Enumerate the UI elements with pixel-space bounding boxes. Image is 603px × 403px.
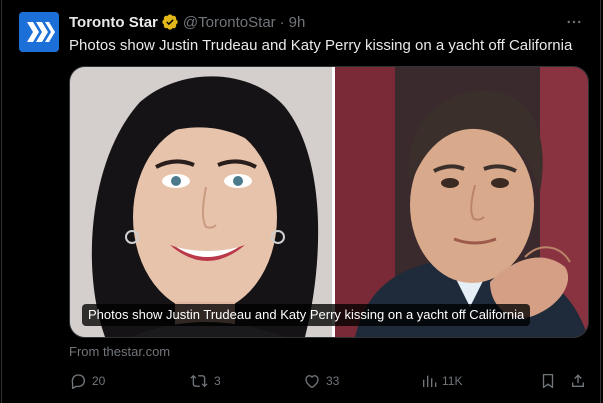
like-icon [305,375,319,389]
tweet-actions: 20 3 33 11K [69,370,589,392]
card-caption: Photos show Justin Trudeau and Katy Perr… [82,304,531,326]
retweet-button[interactable]: 3 [189,370,221,392]
share-icon [572,374,584,387]
tweet-header: Toronto Star @TorontoStar · 9h [69,12,305,32]
bookmark-icon [542,373,554,389]
like-count: 33 [326,374,340,388]
author-handle[interactable]: @TorontoStar [183,14,276,31]
more-icon [567,20,581,24]
reply-count: 20 [92,374,106,388]
retweet-icon [190,374,208,388]
timestamp[interactable]: 9h [289,14,306,31]
toronto-star-logo-icon [19,12,59,52]
author-name[interactable]: Toronto Star [69,14,158,31]
link-card[interactable]: Photos show Justin Trudeau and Katy Perr… [69,66,589,338]
reply-icon [71,374,86,390]
verified-badge-icon [161,13,179,31]
views-count: 11K [442,374,463,388]
like-button[interactable]: 33 [303,370,339,392]
reply-button[interactable]: 20 [69,370,105,392]
card-image [70,67,588,337]
retweet-count: 3 [214,374,221,388]
author-avatar[interactable] [19,12,59,52]
tweet-text: Photos show Justin Trudeau and Katy Perr… [69,37,573,54]
card-source-link[interactable]: From thestar.com [69,344,170,359]
bookmark-button[interactable] [539,370,557,392]
tweet-container[interactable]: Toronto Star @TorontoStar · 9h Photos sh… [1,0,601,403]
views-button[interactable]: 11K [421,370,462,392]
more-options-button[interactable] [564,12,584,32]
separator-dot: · [279,13,285,31]
views-icon [423,375,437,387]
share-button[interactable] [569,370,587,392]
